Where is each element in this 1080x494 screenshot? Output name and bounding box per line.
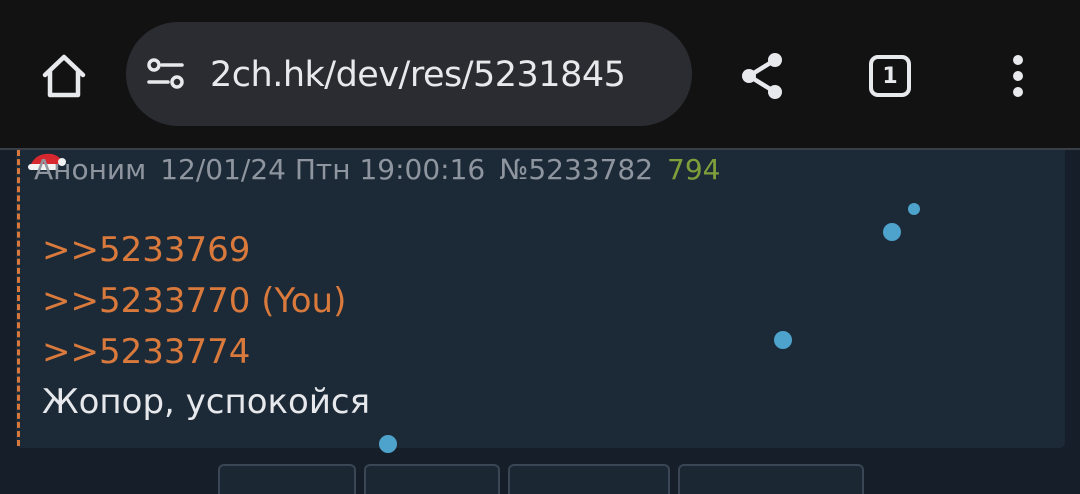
post-replies-count[interactable]: 794 bbox=[667, 153, 720, 186]
bottom-button[interactable] bbox=[678, 464, 864, 494]
tab-switcher-button[interactable]: 1 bbox=[858, 44, 922, 108]
reply-link[interactable]: >>5233774 bbox=[42, 332, 250, 372]
site-settings-button[interactable] bbox=[144, 52, 188, 96]
post-highlight-border bbox=[17, 150, 20, 446]
share-button[interactable] bbox=[730, 44, 794, 108]
home-icon bbox=[42, 54, 86, 98]
post-date: 12/01/24 Птн 19:00:16 bbox=[160, 153, 486, 186]
home-button[interactable] bbox=[32, 44, 96, 108]
bottom-button[interactable] bbox=[218, 464, 356, 494]
reply-link[interactable]: >>5233770 (You) bbox=[42, 281, 346, 321]
snowflake-icon bbox=[774, 331, 792, 349]
browser-toolbar: 2ch.hk/dev/res/5231845 1 bbox=[0, 0, 1080, 148]
tab-switcher-icon: 1 bbox=[869, 55, 911, 97]
share-icon bbox=[742, 53, 782, 99]
post-author: Аноним bbox=[34, 153, 147, 186]
snowflake-icon bbox=[908, 203, 920, 215]
overflow-menu-icon bbox=[1013, 55, 1023, 97]
post-number[interactable]: №5233782 bbox=[499, 153, 653, 186]
overflow-menu-button[interactable] bbox=[988, 44, 1048, 108]
snowflake-icon bbox=[883, 223, 901, 241]
snowflake-icon bbox=[379, 435, 397, 453]
post-message: Жопор, успокойся bbox=[42, 382, 371, 422]
thread-content: Аноним 12/01/24 Птн 19:00:16 №5233782 794 >… bbox=[0, 150, 1080, 494]
site-settings-icon bbox=[147, 58, 184, 89]
post-header: Аноним 12/01/24 Птн 19:00:16 №5233782 794 bbox=[34, 152, 734, 188]
url-text[interactable]: 2ch.hk/dev/res/5231845 bbox=[210, 52, 674, 98]
address-bar[interactable]: 2ch.hk/dev/res/5231845 bbox=[126, 22, 692, 126]
reply-link[interactable]: >>5233769 bbox=[42, 230, 250, 270]
bottom-button[interactable] bbox=[508, 464, 670, 494]
bottom-button[interactable] bbox=[364, 464, 500, 494]
